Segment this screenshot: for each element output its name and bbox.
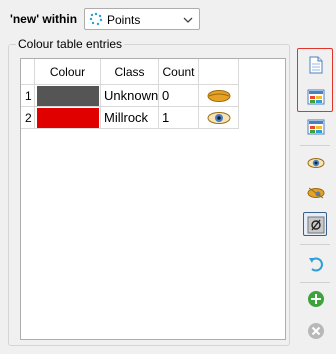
group-title: Colour table entries [16, 37, 125, 51]
plus-circle-icon [308, 291, 324, 307]
header-count[interactable]: Count [159, 59, 199, 85]
visibility-cell[interactable] [199, 85, 239, 107]
table-row[interactable]: 1 Unknown 0 [21, 85, 239, 107]
new-document-button[interactable] [303, 52, 327, 76]
colour-swatch[interactable] [37, 86, 99, 106]
header-colour[interactable]: Colour [35, 59, 101, 85]
eye-open-icon[interactable] [207, 110, 231, 126]
row-index: 1 [21, 85, 35, 107]
add-button[interactable] [303, 286, 327, 310]
null-button[interactable] [303, 212, 327, 236]
show-all-button[interactable] [303, 150, 327, 174]
colour-table-icon [307, 89, 325, 105]
header-class[interactable]: Class [101, 59, 159, 85]
points-dropdown[interactable]: Points [84, 8, 200, 30]
eye-split-icon [307, 187, 325, 199]
colour-table: Colour Class Count 1 Unknown 0 2 Millroc… [20, 58, 286, 340]
eye-open-icon [307, 158, 325, 168]
colour-table-alt-button[interactable] [303, 114, 327, 138]
colour-swatch[interactable] [37, 108, 99, 128]
eye-closed-icon[interactable] [207, 88, 231, 104]
close-circle-icon [308, 323, 324, 339]
class-cell[interactable]: Millrock [101, 107, 159, 129]
count-cell: 1 [159, 107, 199, 129]
chevron-down-icon [183, 14, 193, 24]
toolbar-separator [300, 244, 330, 245]
colour-cell[interactable] [35, 85, 101, 107]
document-icon [309, 56, 323, 74]
table-row[interactable]: 2 Millrock 1 [21, 107, 239, 129]
remove-button[interactable] [303, 318, 327, 342]
count-cell: 0 [159, 85, 199, 107]
within-label: 'new' within [10, 12, 78, 26]
dropdown-value: Points [107, 13, 141, 27]
toggle-visibility-button[interactable] [303, 180, 327, 204]
null-icon [307, 216, 325, 234]
undo-button[interactable] [303, 251, 327, 275]
colour-table-icon [307, 119, 325, 135]
toolbar-separator [300, 282, 330, 283]
row-index: 2 [21, 107, 35, 129]
header-visibility[interactable] [199, 59, 239, 85]
colour-table-button[interactable] [303, 84, 327, 108]
toolbar-separator [300, 145, 330, 146]
undo-icon [309, 257, 323, 272]
class-cell[interactable]: Unknown [101, 85, 159, 107]
header-corner [21, 59, 35, 85]
colour-cell[interactable] [35, 107, 101, 129]
points-icon [89, 12, 103, 26]
visibility-cell[interactable] [199, 107, 239, 129]
